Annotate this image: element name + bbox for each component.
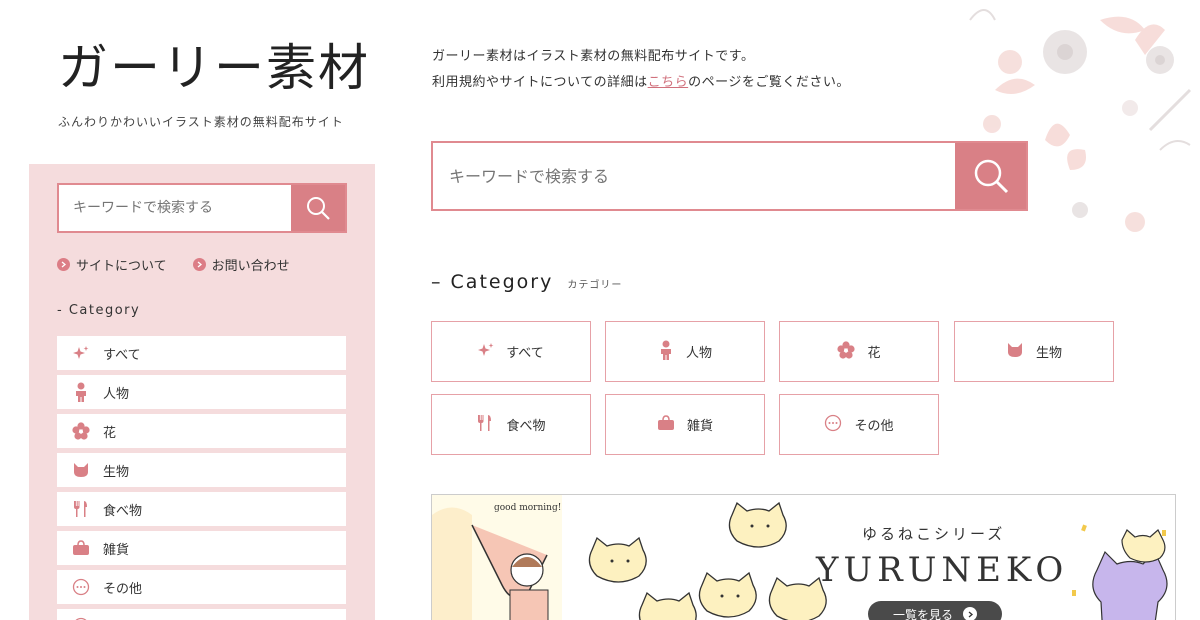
category-card-animals[interactable]: 生物	[954, 321, 1114, 382]
cutlery-icon	[71, 499, 91, 519]
intro-text: ガーリー素材はイラスト素材の無料配布サイトです。 利用規約やサイトについての詳細…	[432, 44, 850, 96]
person-icon	[658, 340, 674, 364]
intro-line-1: ガーリー素材はイラスト素材の無料配布サイトです。	[432, 49, 755, 64]
category-card-label: 食べ物	[506, 419, 546, 434]
category-card-label: 花	[867, 346, 881, 361]
category-card-other[interactable]: その他	[779, 394, 939, 455]
dots-icon	[824, 414, 842, 436]
sidebar-item-label: 人物	[103, 386, 130, 402]
sidebar-links: サイトについて お問い合わせ	[57, 255, 290, 274]
sidebar-link-label: サイトについて	[76, 259, 167, 274]
sidebar-search	[57, 183, 347, 233]
sidebar-link-contact[interactable]: お問い合わせ	[192, 255, 290, 274]
banner-view-all-button[interactable]: 一覧を見る	[868, 601, 1002, 620]
category-card-food[interactable]: 食べ物	[431, 394, 591, 455]
sparkle-icon	[71, 343, 91, 363]
search-icon	[307, 197, 330, 220]
sidebar-item-flower[interactable]: 花	[57, 414, 346, 448]
banner-speech-text: good morning!	[494, 503, 561, 513]
sidebar-item-label: 雑貨	[103, 542, 130, 558]
sidebar: サイトについて お問い合わせ - Category すべて 人物 花 生物 食べ…	[29, 164, 375, 620]
category-card-goods[interactable]: 雑貨	[605, 394, 765, 455]
person-icon	[71, 382, 91, 402]
category-card-label: その他	[854, 419, 894, 434]
banner-subtitle: ゆるねこシリーズ	[862, 525, 1006, 543]
category-card-all[interactable]: すべて	[431, 321, 591, 382]
bag-icon	[657, 414, 675, 435]
yuruneko-banner[interactable]: good morning! ゆるねこシリーズ YURUNEKO 一覧を見る	[431, 494, 1176, 620]
sidebar-item-people[interactable]: 人物	[57, 375, 346, 409]
sidebar-category-list: すべて 人物 花 生物 食べ物 雑貨 その他	[57, 336, 346, 620]
flower-icon	[837, 340, 856, 363]
cat-icon	[1006, 342, 1024, 362]
sidebar-item-food[interactable]: 食べ物	[57, 492, 346, 526]
intro-text-before: 利用規約やサイトについての詳細は	[432, 75, 648, 90]
category-title-en: – Category	[431, 271, 554, 293]
sidebar-link-about[interactable]: サイトについて	[57, 255, 167, 274]
intro-line-2: 利用規約やサイトについての詳細はこちらのページをご覧ください。	[432, 70, 850, 96]
category-card-label: 人物	[685, 346, 712, 361]
banner-button-label: 一覧を見る	[892, 607, 953, 620]
flower-icon	[71, 421, 91, 441]
category-card-label: 生物	[1035, 346, 1062, 361]
arrow-right-icon	[963, 607, 977, 620]
banner-title: YURUNEKO	[816, 550, 1069, 590]
sidebar-link-label: お問い合わせ	[211, 259, 290, 274]
main-search-input[interactable]	[433, 143, 955, 209]
cat-icon	[71, 460, 91, 480]
sidebar-item-more[interactable]	[57, 609, 346, 620]
sidebar-item-label: 花	[103, 425, 117, 441]
search-icon	[974, 159, 1008, 194]
sidebar-item-label: 食べ物	[103, 503, 143, 519]
arrow-right-icon	[192, 258, 206, 271]
main-search-button[interactable]	[955, 143, 1026, 209]
category-title-jp: カテゴリー	[567, 280, 623, 291]
intro-text-after: のページをご覧ください。	[688, 75, 850, 90]
cutlery-icon	[476, 414, 494, 436]
sidebar-item-animals[interactable]: 生物	[57, 453, 346, 487]
sidebar-item-label: その他	[103, 581, 143, 597]
site-tagline: ふんわりかわいいイラスト素材の無料配布サイト	[58, 115, 344, 129]
sidebar-category-title: - Category	[57, 303, 141, 318]
sidebar-item-label: すべて	[103, 347, 141, 363]
category-card-label: 雑貨	[686, 419, 713, 434]
sidebar-item-label: 生物	[103, 464, 130, 480]
sidebar-item-other[interactable]: その他	[57, 570, 346, 604]
dots-icon	[71, 577, 91, 597]
sidebar-search-button[interactable]	[291, 185, 345, 231]
main-search	[431, 141, 1028, 211]
sidebar-item-all[interactable]: すべて	[57, 336, 346, 370]
sidebar-search-input[interactable]	[59, 185, 291, 231]
terms-link[interactable]: こちら	[648, 75, 689, 90]
arrow-right-icon	[57, 258, 70, 271]
bag-icon	[71, 538, 91, 558]
site-logo[interactable]: ガーリー素材	[58, 28, 370, 100]
category-card-flower[interactable]: 花	[779, 321, 939, 382]
category-card-label: すべて	[506, 346, 544, 361]
category-card-people[interactable]: 人物	[605, 321, 765, 382]
sparkle-icon	[478, 342, 494, 362]
category-heading: – Category カテゴリー	[431, 271, 622, 293]
sidebar-item-goods[interactable]: 雑貨	[57, 531, 346, 565]
more-icon	[71, 616, 91, 620]
